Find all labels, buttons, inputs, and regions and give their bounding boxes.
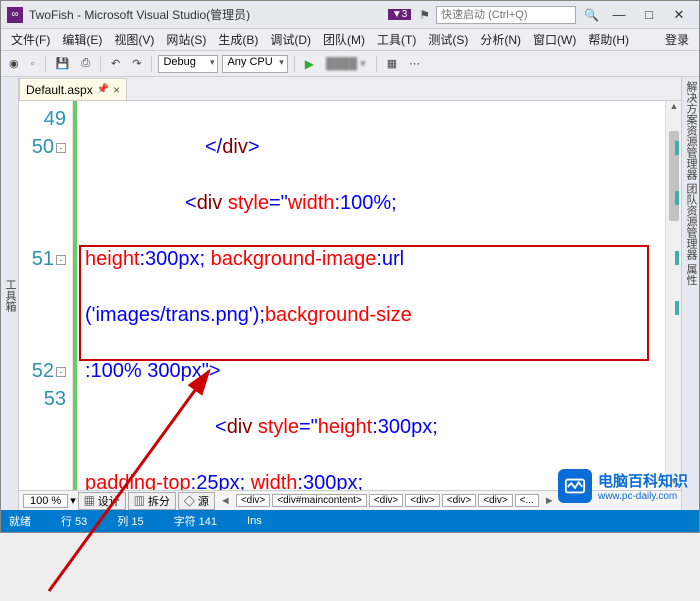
- fold-icon[interactable]: -: [56, 367, 66, 377]
- scroll-mark: [675, 301, 679, 315]
- nav-left-icon[interactable]: ◄: [217, 495, 234, 507]
- pin-icon[interactable]: 📌: [97, 84, 109, 95]
- vs-window: ∞ TwoFish - Microsoft Visual Studio(管理员)…: [0, 0, 700, 533]
- scroll-mark: [675, 141, 679, 155]
- editor-pane: Default.aspx 📌 × 49 50- 51- 52-: [19, 77, 681, 510]
- code-text[interactable]: </div> <div style="width:100%; height:30…: [73, 101, 665, 490]
- menu-tools[interactable]: 工具(T): [371, 31, 422, 48]
- search-icon[interactable]: 🔍: [584, 8, 599, 22]
- document-tab-bar: Default.aspx 📌 ×: [19, 77, 681, 101]
- status-ins: Ins: [247, 515, 262, 527]
- right-rail[interactable]: 解决方案资源管理器 团队资源管理器 属性: [681, 77, 699, 510]
- start-debug-button[interactable]: ▶: [301, 55, 318, 73]
- save-icon[interactable]: 💾: [52, 55, 74, 72]
- maximize-button[interactable]: □: [635, 5, 663, 25]
- nav-fwd-icon[interactable]: ◦: [27, 56, 39, 72]
- status-col: 列 15: [117, 513, 143, 529]
- menu-analyze[interactable]: 分析(N): [474, 31, 527, 48]
- status-ready: 就绪: [9, 513, 31, 529]
- source-view-button[interactable]: ◇ 源: [178, 492, 215, 510]
- fold-icon[interactable]: -: [56, 143, 66, 153]
- menu-website[interactable]: 网站(S): [160, 31, 212, 48]
- code-editor[interactable]: 49 50- 51- 52- 53 </div> <div style="wid…: [19, 101, 681, 490]
- watermark-logo-icon: [558, 469, 592, 503]
- close-button[interactable]: ✕: [665, 5, 693, 25]
- scroll-up-icon[interactable]: ▲: [666, 101, 682, 115]
- breadcrumb-item[interactable]: <div>: [442, 494, 476, 507]
- breadcrumb-item[interactable]: <div>: [369, 494, 403, 507]
- breadcrumb-item[interactable]: <div>: [405, 494, 439, 507]
- breadcrumb-item[interactable]: <div#maincontent>: [272, 494, 367, 507]
- tool-icon[interactable]: ▦: [383, 55, 401, 72]
- tab-close-icon[interactable]: ×: [113, 83, 120, 97]
- quick-launch-input[interactable]: [436, 6, 576, 24]
- flag-icon[interactable]: ⚑: [419, 8, 430, 22]
- scroll-mark: [675, 251, 679, 265]
- title-bar: ∞ TwoFish - Microsoft Visual Studio(管理员)…: [1, 1, 699, 29]
- status-char: 字符 141: [174, 513, 217, 529]
- nav-right-icon[interactable]: ►: [541, 495, 558, 507]
- menu-team[interactable]: 团队(M): [317, 31, 371, 48]
- vs-logo-icon: ∞: [7, 7, 23, 23]
- status-line: 行 53: [61, 513, 87, 529]
- tab-label: Default.aspx: [26, 83, 93, 97]
- sign-in-link[interactable]: 登录: [659, 31, 695, 48]
- scroll-mark: [675, 191, 679, 205]
- breadcrumb-item[interactable]: <...: [515, 494, 539, 507]
- tool-icon-2[interactable]: ⋯: [405, 55, 424, 72]
- line-number-gutter: 49 50- 51- 52- 53: [19, 101, 73, 490]
- breadcrumb-item[interactable]: <div>: [236, 494, 270, 507]
- watermark: 电脑百科知识 www.pc-daily.com: [558, 469, 688, 503]
- menu-edit[interactable]: 编辑(E): [56, 31, 108, 48]
- split-view-button[interactable]: ▥ 拆分: [128, 492, 176, 510]
- menu-view[interactable]: 视图(V): [108, 31, 160, 48]
- window-title: TwoFish - Microsoft Visual Studio(管理员): [29, 6, 388, 23]
- status-bar: 就绪 行 53 列 15 字符 141 Ins: [1, 510, 699, 532]
- menu-debug[interactable]: 调试(D): [264, 31, 317, 48]
- nav-back-icon[interactable]: ◉: [5, 55, 23, 72]
- watermark-title: 电脑百科知识: [598, 470, 688, 491]
- browser-dropdown-icon[interactable]: ████ ▾: [322, 55, 370, 72]
- design-view-button[interactable]: ▦ 设计: [78, 492, 126, 510]
- vertical-scrollbar[interactable]: ▲ ▼: [665, 101, 681, 490]
- undo-icon[interactable]: ↶: [107, 55, 124, 72]
- toolbox-rail[interactable]: 工具箱: [1, 77, 19, 510]
- menu-window[interactable]: 窗口(W): [527, 31, 582, 48]
- menu-bar: 文件(F) 编辑(E) 视图(V) 网站(S) 生成(B) 调试(D) 团队(M…: [1, 29, 699, 51]
- fold-icon[interactable]: -: [56, 255, 66, 265]
- config-dropdown[interactable]: Debug: [158, 55, 218, 73]
- breadcrumb-item[interactable]: <div>: [478, 494, 512, 507]
- notification-badge[interactable]: ▼3: [388, 9, 411, 20]
- save-all-icon[interactable]: ⎙: [77, 55, 94, 72]
- redo-icon[interactable]: ↷: [128, 55, 145, 72]
- menu-test[interactable]: 测试(S): [422, 31, 474, 48]
- toolbar: ◉ ◦ 💾 ⎙ ↶ ↷ Debug Any CPU ▶ ████ ▾ ▦ ⋯: [1, 51, 699, 77]
- watermark-url: www.pc-daily.com: [598, 491, 688, 502]
- menu-build[interactable]: 生成(B): [212, 31, 264, 48]
- menu-file[interactable]: 文件(F): [5, 31, 56, 48]
- document-tab[interactable]: Default.aspx 📌 ×: [19, 78, 127, 100]
- menu-help[interactable]: 帮助(H): [582, 31, 635, 48]
- platform-dropdown[interactable]: Any CPU: [222, 55, 287, 73]
- minimize-button[interactable]: —: [605, 5, 633, 25]
- body-area: 工具箱 Default.aspx 📌 × 49 50- 51-: [1, 77, 699, 510]
- zoom-dropdown[interactable]: 100 %: [23, 494, 68, 508]
